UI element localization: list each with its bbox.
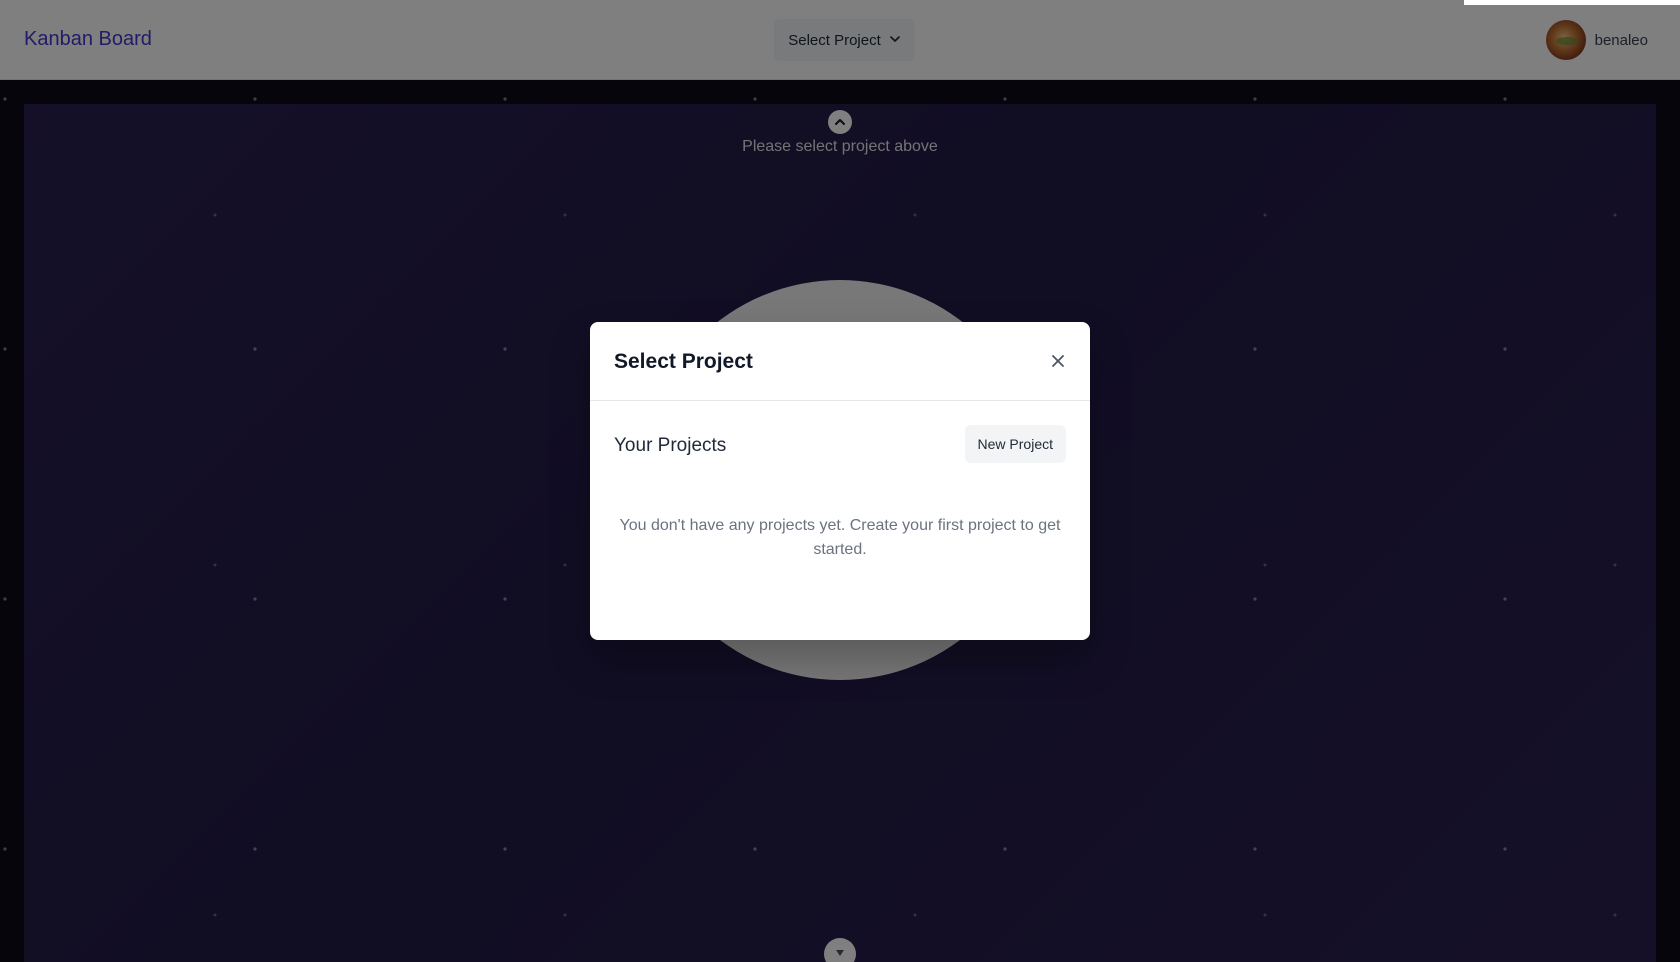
empty-state-text: You don't have any projects yet. Create … bbox=[619, 517, 1061, 558]
close-icon bbox=[1051, 354, 1065, 371]
close-button[interactable] bbox=[1046, 350, 1070, 374]
new-project-button[interactable]: New Project bbox=[964, 425, 1066, 463]
your-projects-heading: Your Projects bbox=[614, 435, 727, 456]
modal-header: Select Project bbox=[590, 322, 1090, 401]
select-project-modal: Select Project Your Projects New Project… bbox=[590, 322, 1090, 640]
top-right-strip bbox=[1464, 0, 1680, 5]
modal-body: Your Projects New Project You don't have… bbox=[590, 401, 1090, 558]
modal-title: Select Project bbox=[614, 350, 753, 373]
